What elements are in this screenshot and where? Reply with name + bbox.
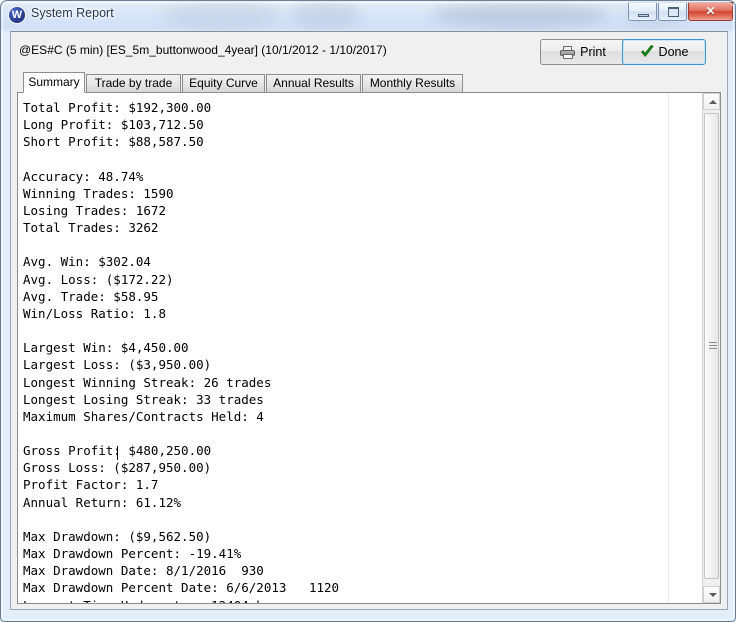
system-report-window: W System Report ✕ @ES#C (5 min) [ES_5m_b…	[0, 0, 736, 622]
maximize-button[interactable]	[658, 2, 687, 21]
minimize-icon	[638, 14, 649, 17]
vertical-scrollbar[interactable]	[702, 93, 720, 603]
scrollbar-thumb[interactable]	[704, 113, 719, 579]
titlebar-glass-blur	[291, 1, 361, 29]
tab-monthly-results[interactable]: Monthly Results	[362, 74, 463, 92]
scrollbar-grip-icon	[709, 342, 717, 350]
w-circle-icon: W	[9, 7, 25, 23]
print-button-label: Print	[580, 45, 606, 59]
tab-trade-by-trade[interactable]: Trade by trade	[86, 74, 181, 92]
done-button[interactable]: Done	[622, 39, 706, 65]
titlebar-glass-blur	[431, 3, 611, 27]
done-button-label: Done	[658, 45, 689, 59]
maximize-icon	[668, 7, 679, 17]
tab-equity-curve[interactable]: Equity Curve	[182, 74, 265, 92]
check-icon	[640, 45, 655, 59]
tab-annual-results[interactable]: Annual Results	[266, 74, 361, 92]
client-area: @ES#C (5 min) [ES_5m_buttonwood_4year] (…	[10, 31, 728, 610]
scroll-down-icon[interactable]	[703, 586, 720, 603]
report-panel: Total Profit: $192,300.00 Long Profit: $…	[17, 92, 721, 604]
minimize-button[interactable]	[628, 2, 657, 21]
print-button[interactable]: Print	[540, 39, 626, 65]
titlebar-glass-blur	[161, 1, 281, 29]
close-icon: ✕	[705, 4, 716, 18]
tab-strip: Summary Trade by trade Equity Curve Annu…	[17, 72, 721, 93]
window-controls: ✕	[627, 2, 733, 21]
text-caret	[117, 446, 118, 460]
printer-icon	[560, 45, 576, 59]
scroll-up-icon[interactable]	[703, 93, 720, 110]
tab-summary[interactable]: Summary	[23, 72, 85, 93]
close-button[interactable]: ✕	[688, 2, 733, 21]
report-text-area[interactable]: Total Profit: $192,300.00 Long Profit: $…	[18, 93, 702, 603]
window-title: System Report	[31, 6, 114, 20]
report-header-line: @ES#C (5 min) [ES_5m_buttonwood_4year] (…	[19, 43, 387, 57]
print-margin-guide	[668, 93, 669, 603]
title-bar[interactable]: W System Report ✕	[1, 1, 735, 29]
